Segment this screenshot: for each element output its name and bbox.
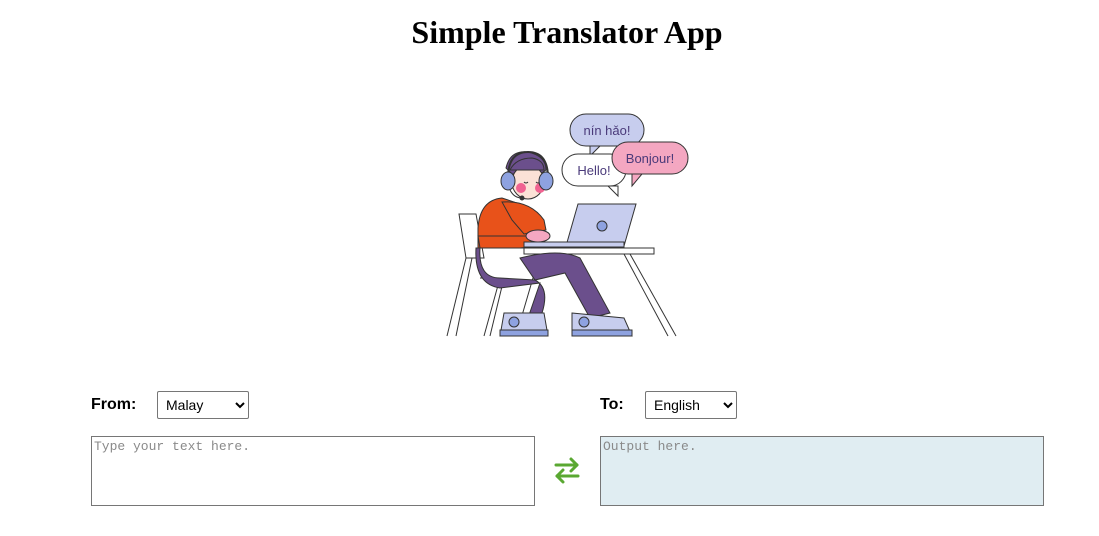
translator-illustration: nín hǎo! Hello! Bonjour! [446, 113, 689, 337]
bubble-hello-text: Hello! [577, 163, 610, 178]
translator-page: Simple Translator App nín hǎo! Hello! Bo… [0, 0, 1099, 536]
person-legs-icon [475, 247, 611, 319]
shoes-icon [499, 312, 633, 337]
bubble-bonjour-text: Bonjour! [626, 151, 674, 166]
from-label: From: [91, 396, 137, 413]
translation-output[interactable] [600, 436, 1044, 506]
to-label: To: [600, 396, 624, 413]
swap-arrows-icon[interactable] [552, 455, 582, 485]
bubble-nihao-text: nín hǎo! [584, 123, 631, 138]
source-text-input[interactable] [91, 436, 535, 506]
to-language-select[interactable]: English [645, 391, 737, 419]
page-title: Simple Translator App [411, 14, 723, 50]
from-language-select[interactable]: Malay [157, 391, 249, 419]
person-torso-icon [477, 197, 551, 249]
